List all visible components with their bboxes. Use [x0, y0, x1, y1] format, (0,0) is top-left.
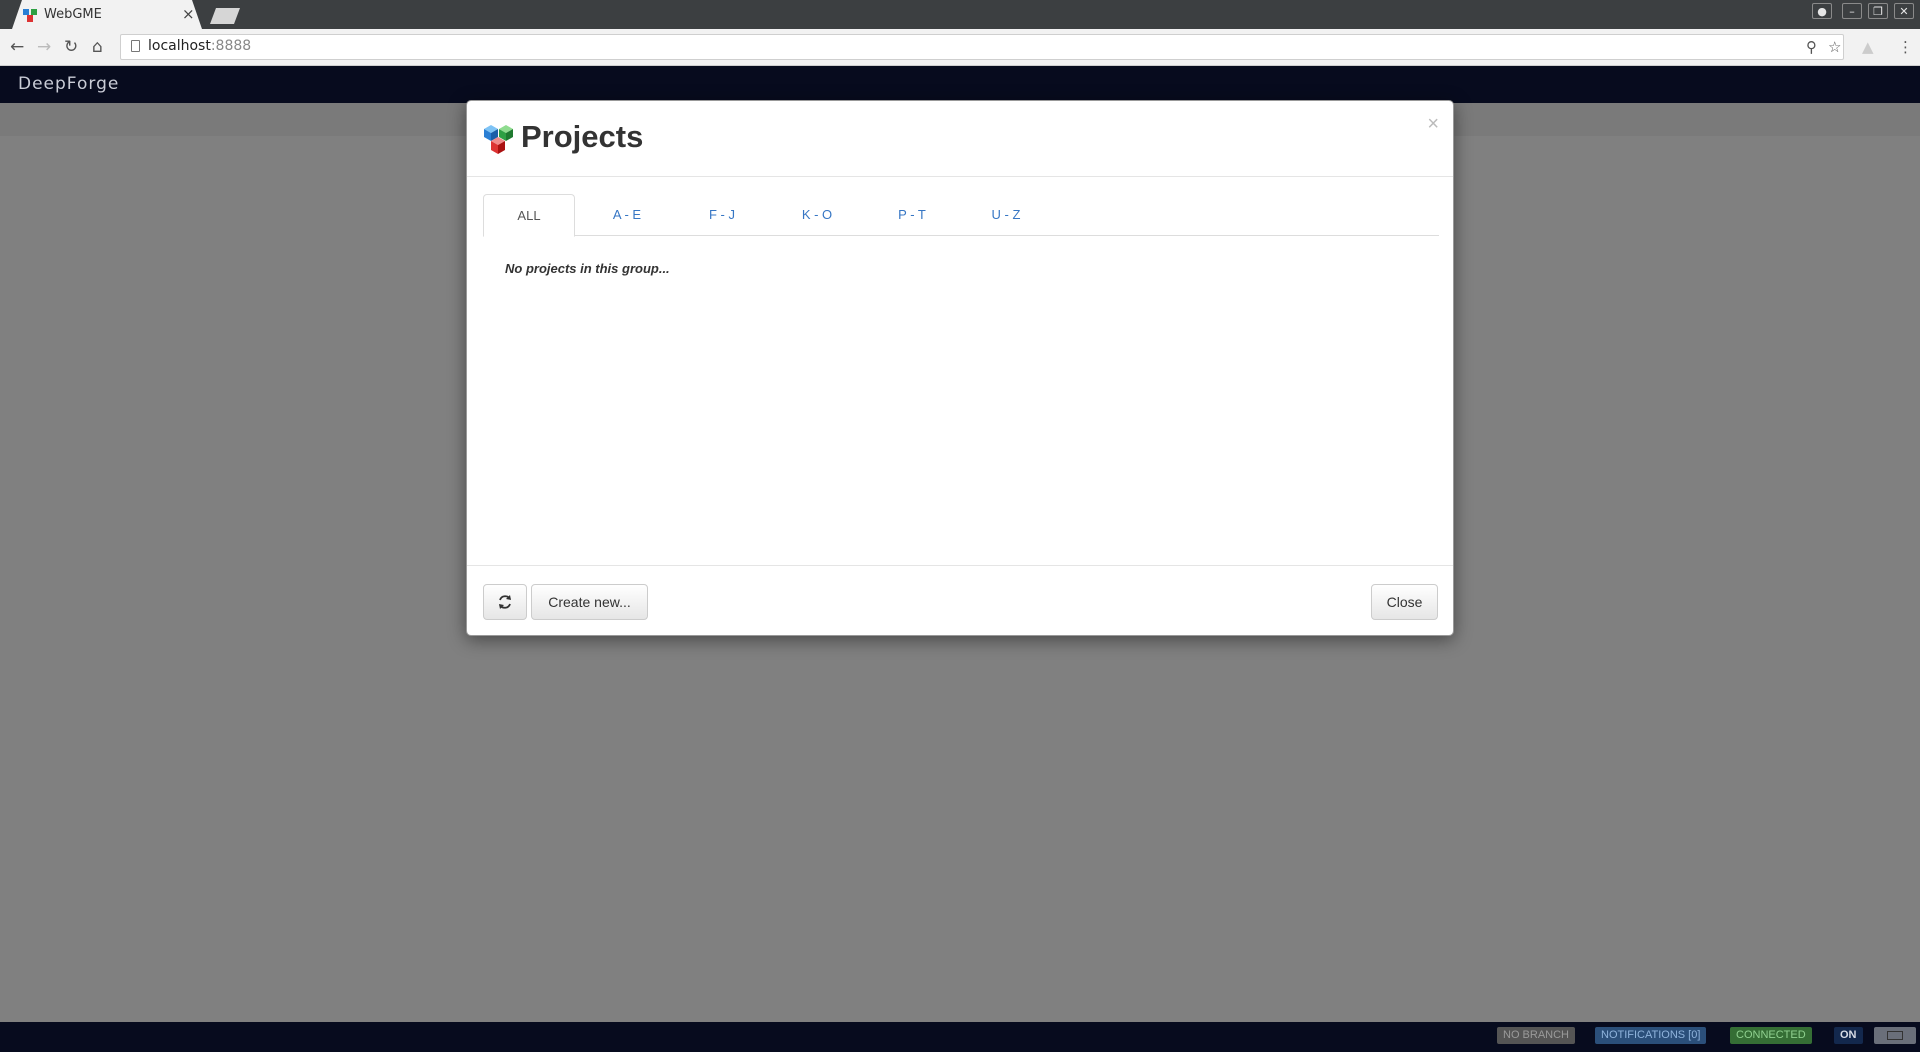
projects-cubes-icon	[484, 125, 513, 154]
restore-icon[interactable]: ❐	[1868, 3, 1888, 19]
branch-badge[interactable]: NO BRANCH	[1497, 1027, 1576, 1044]
home-icon[interactable]: ⌂	[92, 37, 103, 57]
connection-badge[interactable]: CONNECTED	[1730, 1027, 1812, 1044]
address-bar[interactable]	[120, 34, 1844, 60]
browser-tab[interactable]	[12, 0, 202, 29]
window-close-icon[interactable]: ✕	[1894, 3, 1914, 19]
dialog-footer: Create new... Close	[467, 565, 1453, 635]
empty-projects-message: No projects in this group...	[505, 261, 670, 276]
dialog-header: Projects ×	[467, 101, 1453, 177]
refresh-icon	[499, 595, 511, 609]
browser-tab-title: WebGME	[44, 7, 102, 22]
tab-f-j[interactable]: F - J	[676, 194, 768, 236]
tab-u-z[interactable]: U - Z	[960, 194, 1052, 236]
project-group-tabs: ALL A - E F - J K - O P - T U - Z	[483, 194, 1439, 237]
dialog-title: Projects	[521, 119, 644, 154]
bookmark-star-icon[interactable]: ☆	[1828, 38, 1841, 56]
reload-icon[interactable]: ↻	[64, 37, 78, 57]
page-info-icon[interactable]	[131, 40, 140, 52]
dialog-close-icon[interactable]: ×	[1427, 113, 1439, 136]
user-icon[interactable]: ●	[1812, 3, 1832, 19]
tab-p-t[interactable]: P - T	[866, 194, 958, 236]
notifications-badge[interactable]: NOTIFICATIONS [0]	[1595, 1027, 1707, 1044]
tab-a-e[interactable]: A - E	[581, 194, 673, 236]
webgme-favicon-icon	[23, 9, 37, 22]
refresh-button[interactable]	[483, 584, 527, 620]
address-bar-url: localhost:8888	[148, 38, 252, 54]
tab-all[interactable]: ALL	[483, 194, 575, 237]
app-header	[0, 66, 1920, 103]
extension-icon[interactable]: ▲	[1862, 38, 1874, 56]
create-new-button[interactable]: Create new...	[531, 584, 648, 620]
back-icon[interactable]: ←	[10, 37, 24, 57]
browser-tab-close-icon[interactable]: ×	[182, 5, 195, 23]
keyboard-toggle-badge[interactable]: ON	[1834, 1027, 1863, 1044]
browser-tab-strip	[0, 0, 1920, 29]
app-brand[interactable]: DeepForge	[18, 74, 119, 94]
minimize-icon[interactable]: –	[1842, 3, 1862, 19]
tab-k-o[interactable]: K - O	[771, 194, 863, 236]
forward-icon[interactable]: →	[37, 37, 51, 57]
keyboard-icon[interactable]	[1874, 1027, 1916, 1044]
close-button[interactable]: Close	[1371, 584, 1438, 620]
projects-dialog: Projects × ALL A - E F - J K - O P - T U…	[466, 100, 1454, 636]
browser-menu-icon[interactable]: ⋮	[1898, 38, 1913, 56]
zoom-icon[interactable]: ⚲	[1806, 38, 1817, 56]
